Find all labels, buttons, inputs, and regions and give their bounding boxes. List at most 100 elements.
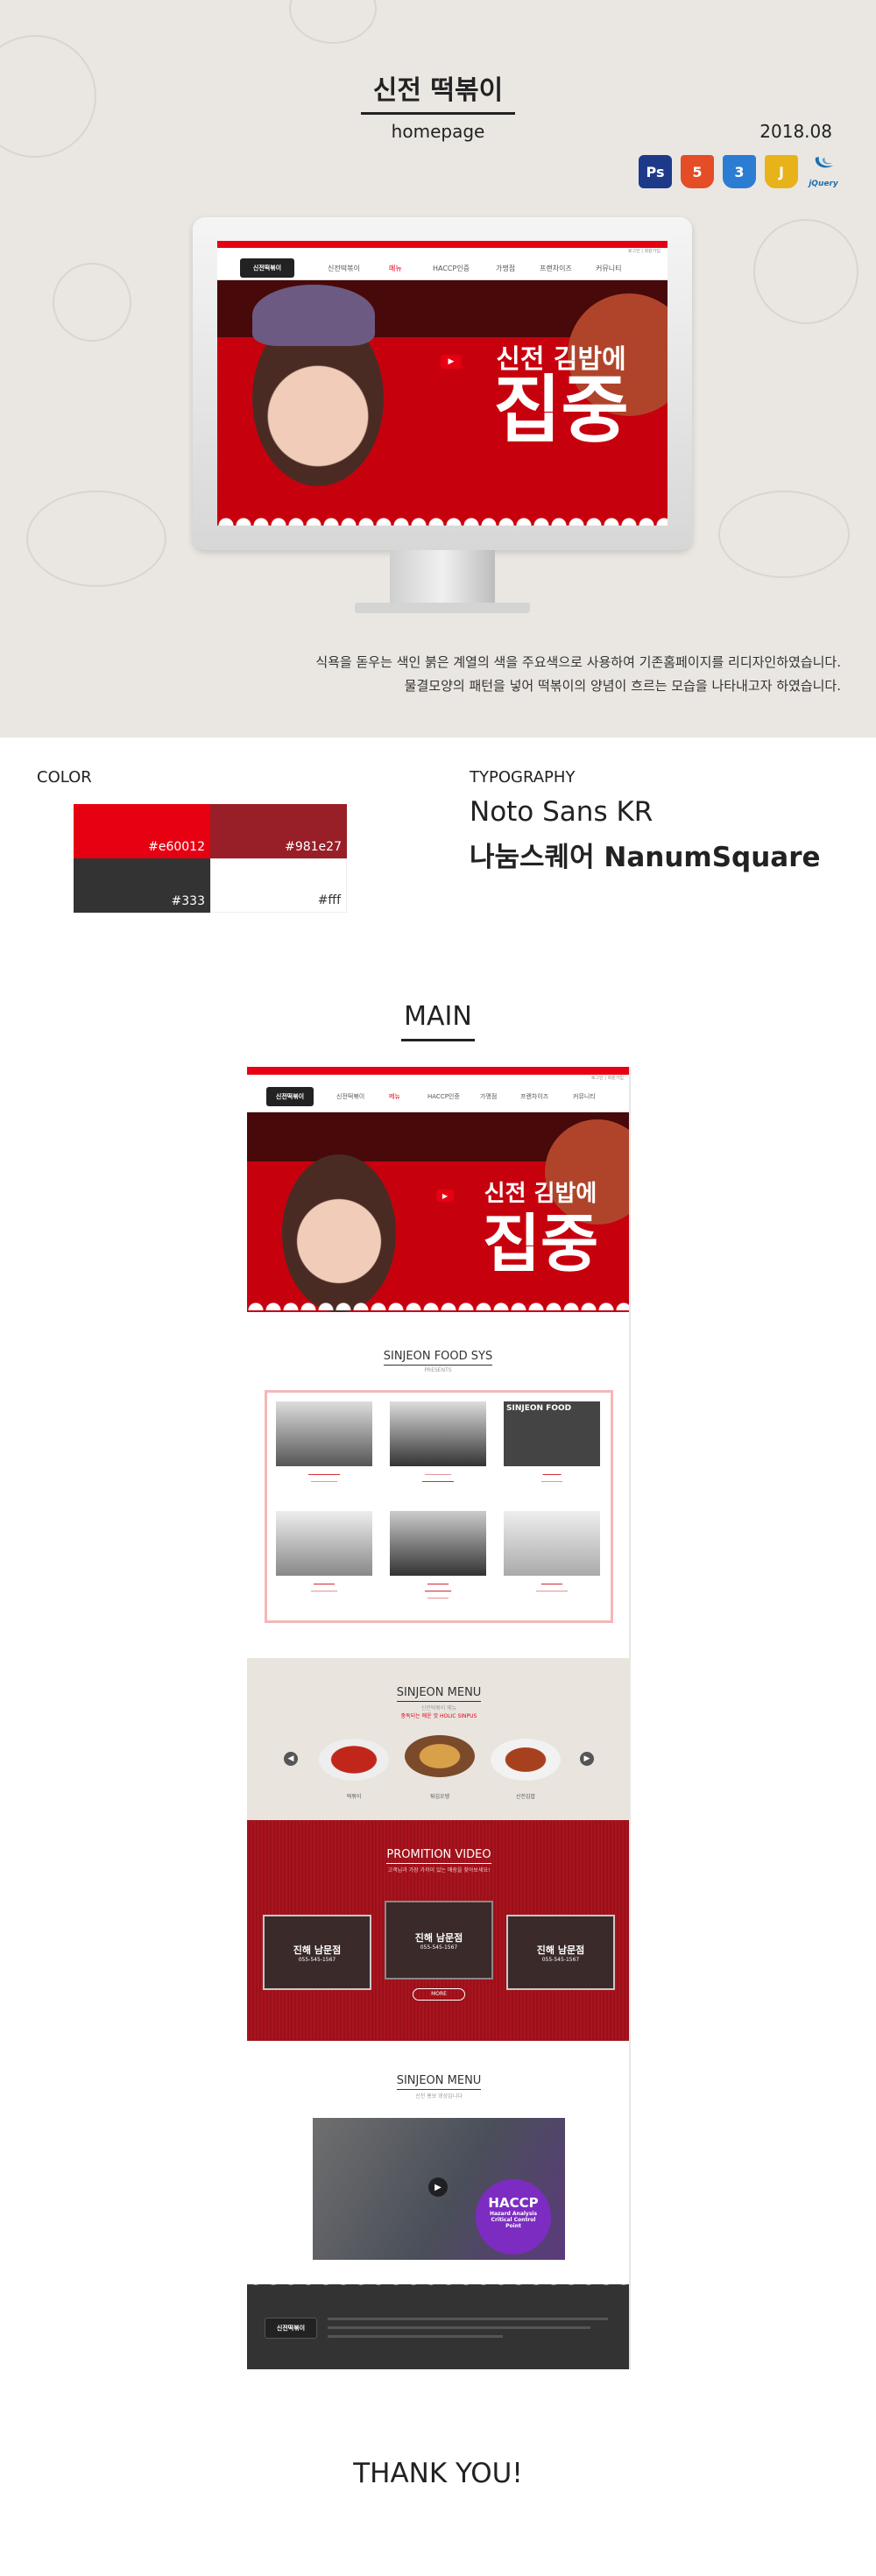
office-sign: SINJEON FOOD xyxy=(506,1404,572,1413)
main-headline-small: 신전 김밥에 xyxy=(484,1181,597,1207)
hall-photo xyxy=(390,1511,486,1576)
monitor-screen: 로그인 | 회원가입 신전떡볶이 신전떡볶이 메뉴 HACCP인증 가맹점 프랜… xyxy=(217,241,668,526)
food-sys-box: SINJEON FOOD ━━━━━━━━━━━━ ────────── ────… xyxy=(265,1390,613,1623)
doodle-decoration xyxy=(53,263,131,342)
food-sys-caption: ━━━━━━━━ ────────── xyxy=(310,1582,338,1594)
play-icon[interactable]: ▶ xyxy=(441,355,462,369)
play-icon[interactable]: ▶ xyxy=(428,2177,448,2197)
main-underline xyxy=(401,1039,475,1041)
title-underline xyxy=(361,112,515,115)
store-phone: 055-545-1567 xyxy=(541,1957,580,1963)
menu-title: SINJEON MENU xyxy=(247,1686,629,1702)
main-logo[interactable]: 신전떡볶이 xyxy=(266,1087,314,1106)
menu-section: SINJEON MENU 신전떡볶이 메뉴 중독되는 매운 맛 HOLIC SI… xyxy=(247,1658,629,1820)
prev-arrow-icon[interactable]: ◀ xyxy=(284,1752,298,1766)
food-sys-caption: ────────── ━━━━━━━━━━━━ xyxy=(421,1472,455,1485)
haccp-badge: HACCP Hazard Analysis Critical Control P… xyxy=(476,2179,551,2255)
store-name: 진해 남문점 xyxy=(293,1944,342,1956)
haccp-badge-line: Hazard Analysis xyxy=(489,2211,538,2217)
preview-nav-item: 메뉴 xyxy=(389,265,402,272)
jquery-icon: jQuery xyxy=(804,155,843,188)
description-line: 식욕을 돋우는 색인 붉은 계열의 색을 주요색으로 사용하여 기존홈페이지를 … xyxy=(315,654,841,670)
play-icon[interactable]: ▶ xyxy=(436,1189,454,1202)
food-sys-caption: ━━━━━━━━ ──────────── xyxy=(535,1582,569,1594)
kitchen-photo xyxy=(390,1401,486,1466)
doodle-decoration xyxy=(718,490,850,578)
font-sample-noto: Noto Sans KR xyxy=(470,796,653,828)
color-swatch-darkred: #981e27 xyxy=(210,804,347,858)
next-arrow-icon[interactable]: ▶ xyxy=(580,1752,594,1766)
footer-info-line xyxy=(328,2326,590,2329)
photoshop-icon: Ps xyxy=(639,155,672,188)
hero-section: 신전 떡볶이 homepage 2018.08 Ps 5 3 J jQuery … xyxy=(0,0,876,738)
main-nav: 신전떡볶이 신전떡볶이 메뉴 HACCP인증 가맹점 프랜차이즈 커뮤니티 xyxy=(247,1083,629,1112)
main-nav-item[interactable]: 커뮤니티 xyxy=(573,1092,596,1101)
description-line: 물결모양의 패턴을 넣어 떡볶이의 양념이 흐르는 모습을 나타내고자 하였습니… xyxy=(404,678,841,694)
dish-label: 떡볶이 xyxy=(346,1794,362,1800)
main-top-links[interactable]: 로그인 | 회원가입 xyxy=(247,1075,629,1083)
font-sample-nanum: 나눔스퀘어 NanumSquare xyxy=(470,842,821,873)
store-name: 진해 남문점 xyxy=(414,1932,463,1944)
promo-sub: 신전 홍보 영상입니다 xyxy=(415,2093,463,2100)
footer-info-line xyxy=(328,2335,503,2338)
video-title: PROMITION VIDEO xyxy=(247,1848,629,1864)
video-sub: 고객님과 가장 가까이 있는 매장을 찾아보세요! xyxy=(387,1867,491,1874)
main-nav-item[interactable]: 신전떡볶이 xyxy=(336,1092,364,1101)
promo-video-player[interactable]: ▶ HACCP Hazard Analysis Critical Control… xyxy=(313,2118,565,2260)
video-section: PROMITION VIDEO 고객님과 가장 가까이 있는 매장을 찾아보세요… xyxy=(247,1820,629,2041)
model-image xyxy=(282,1154,396,1312)
main-nav-item[interactable]: 메뉴 xyxy=(389,1092,400,1101)
preview-nav: 신전떡볶이 신전떡볶이 메뉴 HACCP인증 가맹점 프랜차이즈 커뮤니티 xyxy=(217,254,668,280)
menu-sub: 신전떡볶이 메뉴 xyxy=(420,1705,457,1711)
html5-icon: 5 xyxy=(681,155,714,188)
main-label: MAIN xyxy=(404,1001,472,1032)
footer-info-line xyxy=(328,2318,608,2320)
preview-nav-item: 프랜차이즈 xyxy=(540,265,572,272)
kimbap-image[interactable] xyxy=(491,1739,561,1781)
footer-logo[interactable]: 신전떡볶이 xyxy=(265,2318,317,2339)
model-hat-image xyxy=(252,285,375,346)
main-nav-item[interactable]: 가맹점 xyxy=(480,1092,497,1101)
banner-headline-big: 집중 xyxy=(493,367,629,453)
project-subtitle: homepage xyxy=(391,121,485,142)
office-photo: SINJEON FOOD xyxy=(504,1401,600,1466)
fried-image[interactable] xyxy=(405,1735,475,1777)
doodle-decoration xyxy=(26,490,166,587)
color-swatch-red: #e60012 xyxy=(74,804,210,858)
doodle-decoration xyxy=(289,0,377,44)
main-nav-item[interactable]: HACCP인증 xyxy=(427,1092,460,1101)
haccp-badge-title: HACCP xyxy=(488,2195,539,2211)
store-card-active[interactable]: 진해 남문점 055-545-1567 xyxy=(385,1901,493,1980)
more-button[interactable]: MORE xyxy=(413,1988,465,2001)
store-card[interactable]: 진해 남문점 055-545-1567 xyxy=(263,1915,371,1990)
food-sys-caption: ━━━━━━━ ──────── xyxy=(540,1472,563,1485)
project-title: 신전 떡볶이 xyxy=(372,75,504,106)
preview-banner: ▶ 신전 김밥에 집중 xyxy=(217,285,668,526)
store-name: 진해 남문점 xyxy=(536,1944,585,1956)
project-date: 2018.08 xyxy=(759,121,832,142)
food-sys-title: SINJEON FOOD SYS xyxy=(247,1350,629,1366)
preview-nav-item: HACCP인증 xyxy=(433,265,470,272)
main-page-mockup: 로그인 | 회원가입 신전떡볶이 신전떡볶이 메뉴 HACCP인증 가맹점 프랜… xyxy=(247,1067,631,2369)
food-sys-caption: ━━━━━━━━ ━━━━━━━━━━ ──────── xyxy=(424,1582,452,1601)
tteokbokki-image[interactable] xyxy=(319,1739,389,1781)
food-sys-caption: ━━━━━━━━━━━━ ────────── xyxy=(307,1472,341,1485)
promo-title: SINJEON MENU xyxy=(247,2074,629,2090)
typography-label: TYPOGRAPHY xyxy=(470,768,576,787)
store-card[interactable]: 진해 남문점 055-545-1567 xyxy=(506,1915,615,1990)
dish-label: 튀김오뎅 xyxy=(429,1794,450,1800)
store-phone: 055-545-1567 xyxy=(420,1944,458,1951)
haccp-badge-line: Point xyxy=(505,2223,521,2229)
doodle-decoration xyxy=(753,219,858,324)
haccp-badge-line: Critical Control xyxy=(491,2217,536,2223)
preview-top-links: 로그인 | 회원가입 xyxy=(217,248,668,254)
footer: 신전떡볶이 xyxy=(247,2277,629,2369)
monitor-base xyxy=(355,603,530,613)
project-description: 식욕을 돋우는 색인 붉은 계열의 색을 주요색으로 사용하여 기존홈페이지를 … xyxy=(219,651,841,698)
preview-nav-item: 신전떡볶이 xyxy=(328,265,360,272)
monitor-stand xyxy=(390,550,495,604)
color-label: COLOR xyxy=(37,768,92,787)
wave-pattern xyxy=(247,1298,629,1312)
javascript-icon: J xyxy=(765,155,798,188)
main-nav-item[interactable]: 프랜차이즈 xyxy=(520,1092,548,1101)
